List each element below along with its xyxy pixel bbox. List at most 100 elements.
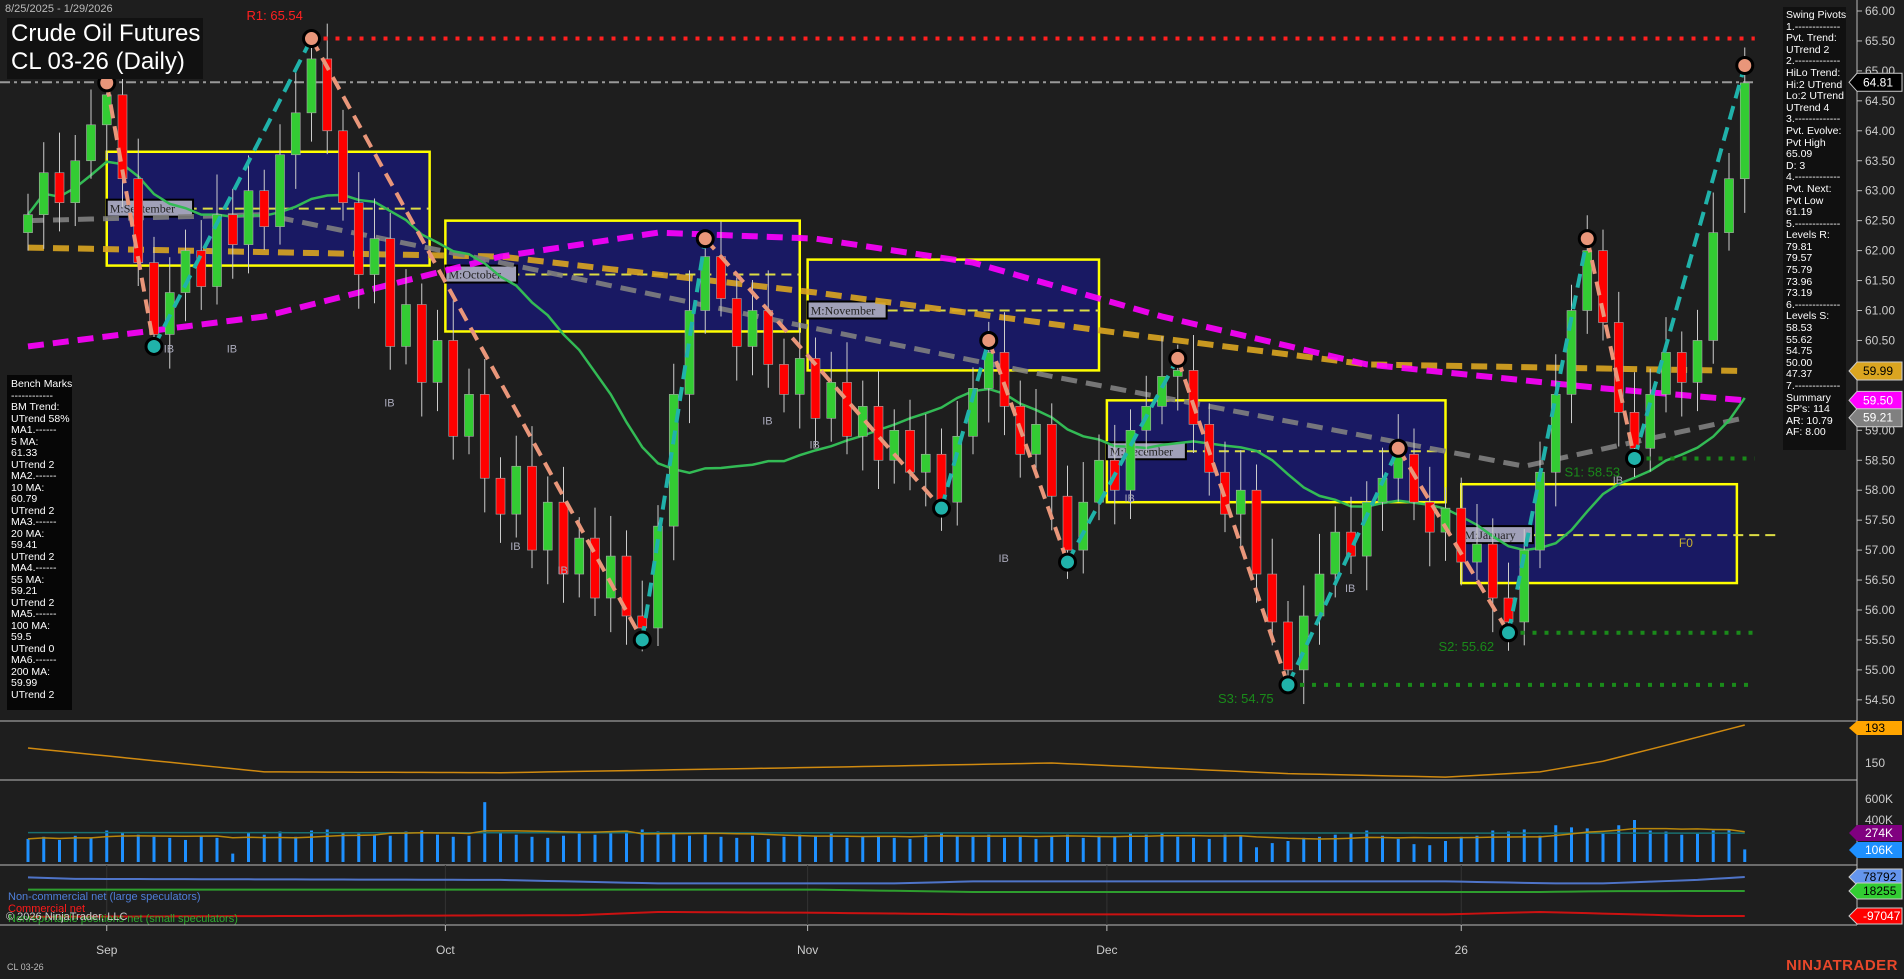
candle-up [87,125,96,161]
copyright: © 2026 NinjaTrader, LLC [6,911,127,923]
candle-up [307,59,316,113]
candle-up [1331,532,1340,574]
level-label: S3: 54.75 [1218,691,1274,706]
candle-down [354,203,363,275]
cot-noncommercial-line [28,877,1745,883]
inside-bar-marker: IB [227,343,237,355]
swing-pivots-panel: Swing Pivots1.-------------Pvt. Trend:UT… [1783,7,1846,450]
panel-line: 75.79 [1786,265,1843,277]
price-tag-value: 59.21 [1863,411,1893,425]
candle-up [71,161,80,203]
pivot-low-marker [1060,554,1076,570]
chart-title: Crude Oil Futures [11,20,199,48]
chart-title-box: Crude Oil Futures CL 03-26 (Daily) [7,18,203,79]
candle-down [1284,622,1293,670]
price-tag-value: 64.81 [1863,75,1893,89]
panel-line: 59.21 [11,586,68,598]
f0-label: F0 [1679,536,1693,550]
panel-line: AF: 8.00 [1786,427,1843,439]
panel-line: 58.53 [1786,323,1843,335]
candle-up [1362,502,1371,556]
inside-bar-marker: IB [999,553,1009,565]
y-tick-label: 63.00 [1865,184,1895,198]
pivot-high-marker [1170,350,1186,366]
pivot-high-marker [697,231,713,247]
candle-up [402,305,411,347]
candle-up [1740,83,1749,179]
pivot-high-marker [1579,231,1595,247]
candle-down [1252,490,1261,574]
panel-line: 65.09 [1786,149,1843,161]
indicator-tick-label: 150 [1865,756,1885,770]
candle-up [1473,544,1482,562]
candle-down [1268,574,1277,622]
panel-line: MA1.------ [11,425,68,437]
candle-up [276,155,285,227]
y-tick-label: 64.50 [1865,94,1895,108]
swing-line [1587,239,1634,459]
y-tick-label: 57.50 [1865,513,1895,527]
candle-up [748,311,757,347]
y-tick-label: 62.00 [1865,244,1895,258]
y-tick-label: 66.00 [1865,4,1895,18]
candle-up [606,556,615,598]
candle-down [1488,544,1497,598]
x-tick-label: Sep [96,943,118,957]
panel-line: 61.33 [11,448,68,460]
candle-up [244,191,253,245]
pivot-low-marker [1501,625,1517,641]
candle-down [134,179,143,263]
inside-bar-marker: IB [762,415,772,427]
panel-line: Pvt. Evolve: [1786,126,1843,138]
candle-down [118,95,127,179]
panel-line: 60.79 [11,494,68,506]
volume-tag-value: 106K [1865,843,1893,857]
y-tick-label: 56.50 [1865,573,1895,587]
y-tick-label: 61.00 [1865,304,1895,318]
y-tick-label: 61.50 [1865,274,1895,288]
chart-subtitle: CL 03-26 (Daily) [11,48,199,76]
cot-nonreportable-line [28,890,1745,892]
candle-up [1693,340,1702,382]
candle-up [39,173,48,215]
panel-line: MA6.------ [11,655,68,667]
x-tick-label: Nov [797,943,818,957]
candle-up [433,340,442,382]
y-tick-label: 56.00 [1865,603,1895,617]
candle-up [512,466,521,514]
price-chart[interactable]: 66.0065.5065.0064.5064.0063.5063.0062.50… [0,0,1904,979]
panel-line: Swing Pivots [1786,10,1843,22]
panel-line: 59.41 [11,540,68,552]
volume-tick-label: 400K [1865,813,1893,827]
cot-tag-value: 18255 [1863,884,1897,898]
candle-down [480,394,489,478]
x-tick-label: Dec [1096,943,1117,957]
candle-down [1063,496,1072,550]
panel-line: Bench Marks [11,379,68,391]
candle-up [1725,179,1734,233]
ninjatrader-logo: NINJATRADER [1786,957,1898,974]
panel-line: BM Trend: [11,402,68,414]
pivot-low-marker [1280,677,1296,693]
candle-down [764,311,773,365]
candle-up [370,239,379,275]
price-tag-value: 59.50 [1863,393,1893,407]
candle-up [24,215,33,233]
panel-line: MA3.------ [11,517,68,529]
candle-up [165,293,174,335]
y-tick-label: 58.50 [1865,453,1895,467]
inside-bar-marker: IB [384,397,394,409]
candle-down [559,502,568,574]
candle-up [1662,352,1671,394]
y-tick-label: 60.50 [1865,333,1895,347]
candle-down [1677,352,1686,382]
inside-bar-marker: IB [164,343,174,355]
y-tick-label: 55.50 [1865,633,1895,647]
candle-down [496,478,505,514]
candle-down [732,299,741,347]
pivot-low-marker [934,500,950,516]
candle-down [449,340,458,436]
panel-line: 59.99 [11,678,68,690]
pivot-low-marker [1627,450,1643,466]
inside-bar-marker: IB [558,565,568,577]
